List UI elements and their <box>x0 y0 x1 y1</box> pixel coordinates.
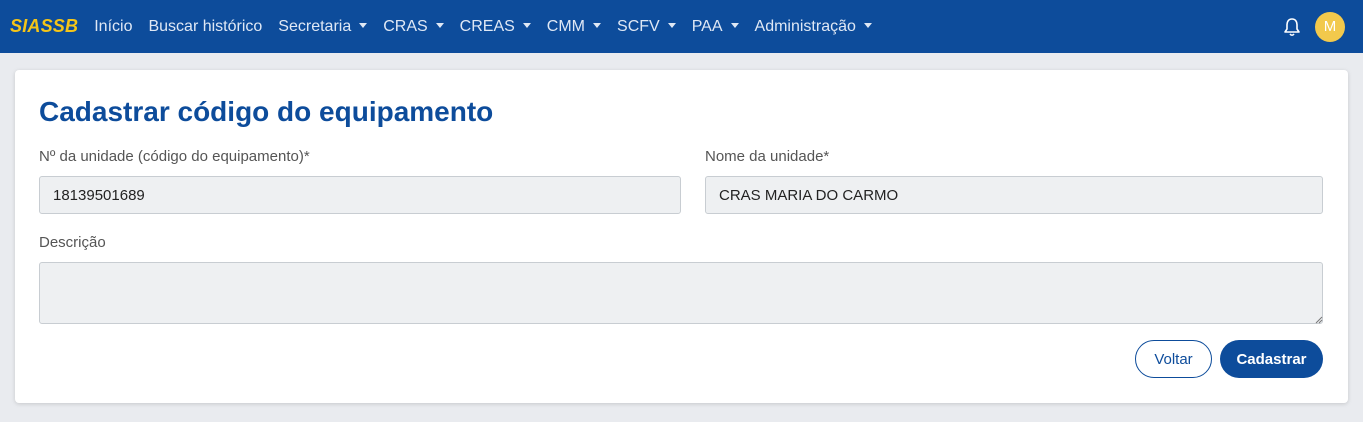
nav-item-scfv[interactable]: SCFV <box>617 18 676 36</box>
codigo-input[interactable]: 18139501689 <box>39 176 681 214</box>
voltar-button[interactable]: Voltar <box>1135 340 1212 378</box>
nav-right-group: M <box>1283 0 1345 53</box>
nav-item-cmm[interactable]: CMM <box>546 17 602 36</box>
nav-item-label: CREAS <box>459 17 515 35</box>
nav-item-label: PAA <box>691 17 723 35</box>
descricao-label: Descrição <box>39 234 106 251</box>
nav-item-creas[interactable]: CREAS <box>460 18 531 36</box>
nav-item-cras[interactable]: CRAS <box>383 17 444 36</box>
nome-input[interactable]: CRAS MARIA DO CARMO <box>705 176 1323 214</box>
avatar[interactable]: M <box>1315 11 1345 42</box>
nav-item-secretaria[interactable]: Secretaria <box>278 17 368 36</box>
caret-down-icon <box>522 23 531 28</box>
caret-down-icon <box>593 23 602 28</box>
nav-item-label: CMM <box>546 17 586 35</box>
caret-down-icon <box>435 23 444 28</box>
nav-menu: Início Buscar histórico Secretaria CRAS … <box>94 18 888 36</box>
top-navbar: SIASSB Início Buscar histórico Secretari… <box>0 0 1363 53</box>
nav-item-label: Buscar histórico <box>148 17 263 35</box>
nav-item-administracao[interactable]: Administração <box>755 18 872 36</box>
page-title: Cadastrar código do equipamento <box>39 96 494 127</box>
descricao-textarea[interactable] <box>39 262 1323 324</box>
caret-down-icon <box>730 23 739 28</box>
nav-item-label: Secretaria <box>278 17 352 35</box>
codigo-label: Nº da unidade (código do equipamento)* <box>39 148 310 165</box>
nav-item-paa[interactable]: PAA <box>692 18 739 36</box>
resize-handle-icon[interactable] <box>1315 316 1323 324</box>
caret-down-icon <box>359 23 368 28</box>
caret-down-icon <box>667 23 676 28</box>
brand-logo[interactable]: SIASSB <box>10 16 78 37</box>
nav-item-label: Início <box>94 17 133 35</box>
nav-item-buscar-historico[interactable]: Buscar histórico <box>148 18 262 36</box>
nav-item-label: Administração <box>754 17 856 35</box>
nav-item-label: SCFV <box>617 17 660 35</box>
nav-item-label: CRAS <box>383 17 428 35</box>
form-card: Cadastrar código do equipamento Nº da un… <box>15 70 1348 403</box>
bell-icon[interactable] <box>1283 16 1303 38</box>
nome-label: Nome da unidade* <box>705 148 830 165</box>
nav-item-inicio[interactable]: Início <box>94 18 132 36</box>
caret-down-icon <box>863 23 872 28</box>
cadastrar-button[interactable]: Cadastrar <box>1220 340 1323 378</box>
